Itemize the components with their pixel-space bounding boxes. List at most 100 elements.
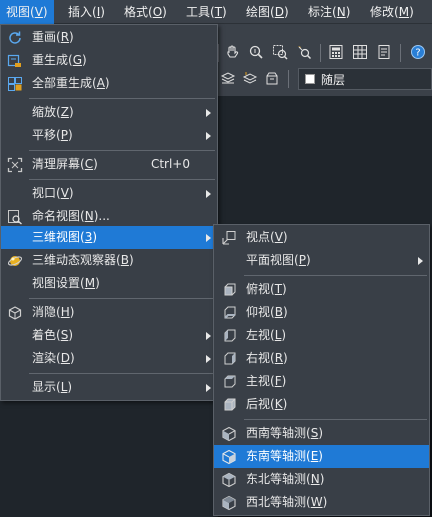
menu-separator — [29, 298, 215, 299]
submenu-item-front-view[interactable]: 主视(F) — [214, 370, 429, 393]
menu-insert[interactable]: 插入(I) — [62, 0, 111, 24]
submenu-item-plan-view[interactable]: 平面视图(P) — [214, 249, 429, 272]
regen-all-icon — [7, 76, 23, 92]
help-icon[interactable]: ? — [408, 42, 428, 62]
submenu-item-back-view[interactable]: 后视(K) — [214, 393, 429, 416]
submenu-item-key: W — [310, 495, 323, 509]
pan-hand-icon[interactable] — [222, 42, 242, 62]
toolbar-separator — [218, 44, 219, 62]
menu-item-viewport[interactable]: 视口(V) — [1, 182, 217, 205]
menu-item-regen[interactable]: 重生成(G) — [1, 49, 217, 72]
menu-dimension[interactable]: 标注(N) — [302, 0, 356, 24]
menu-draw[interactable]: 绘图(D) — [240, 0, 295, 24]
layer-state-icon[interactable] — [218, 68, 238, 88]
submenu-item-label: 平面视图 — [246, 253, 295, 267]
menu-item-key: N — [84, 209, 94, 223]
calculator-icon[interactable] — [326, 42, 346, 62]
layer-previous-icon[interactable] — [240, 68, 260, 88]
submenu-item-viewpoint[interactable]: 视点(V) — [214, 226, 429, 249]
menu-item-key: C — [84, 157, 94, 171]
menu-separator — [29, 373, 215, 374]
menu-item-pan[interactable]: 平移(P) — [1, 124, 217, 147]
submenu-item-key: B — [274, 305, 283, 319]
submenu-arrow-icon — [206, 332, 211, 340]
menu-item-label: 三维动态观察器 — [32, 253, 117, 267]
toolbar-separator — [320, 44, 321, 62]
menu-format[interactable]: 格式(O) — [118, 0, 173, 24]
menu-item-key: A — [96, 76, 105, 90]
menu-item-hide[interactable]: 消隐(H) — [1, 301, 217, 324]
top-view-icon — [221, 282, 237, 298]
layer-dropdown[interactable]: 随层 — [298, 68, 432, 90]
menu-bar: 视图(V) 插入(I) 格式(O) 工具(T) 绘图(D) 标注(N) 修改(M… — [0, 0, 432, 24]
submenu-item-label: 俯视 — [246, 282, 271, 296]
submenu-item-top-view[interactable]: 俯视(T) — [214, 278, 429, 301]
submenu-item-label: 西北等轴测 — [246, 495, 307, 509]
submenu-item-label: 后视 — [246, 397, 271, 411]
menu-item-3d-view[interactable]: 三维视图(3) — [1, 226, 217, 249]
submenu-arrow-icon — [206, 234, 211, 242]
submenu-item-label: 视点 — [246, 230, 271, 244]
menu-item-label: 消隐 — [32, 305, 57, 319]
menu-item-label: 视图设置 — [32, 276, 81, 290]
menu-item-label: 三维视图 — [32, 230, 81, 244]
submenu-item-nw-isometric[interactable]: 西北等轴测(W) — [214, 491, 429, 514]
menu-item-render[interactable]: 渲染(D) — [1, 347, 217, 370]
ne-iso-icon — [221, 472, 237, 488]
menu-item-clean-screen[interactable]: 清理屏幕(C) Ctrl+0 — [1, 153, 217, 176]
menu-item-3d-orbit[interactable]: 三维动态观察器(B) — [1, 249, 217, 272]
menu-item-label: 清理屏幕 — [32, 157, 81, 171]
nw-iso-icon — [221, 495, 237, 511]
menu-view[interactable]: 视图(V) — [0, 0, 54, 24]
menu-format-key: O — [152, 5, 163, 19]
submenu-item-se-isometric[interactable]: 东南等轴测(E) — [214, 445, 429, 468]
submenu-arrow-icon — [206, 384, 211, 392]
sw-iso-icon — [221, 426, 237, 442]
menu-draw-key: D — [274, 5, 284, 19]
document-icon[interactable] — [374, 42, 394, 62]
menu-item-redraw[interactable]: 重画(R) — [1, 26, 217, 49]
submenu-item-label: 东南等轴测 — [246, 449, 307, 463]
zoom-realtime-icon[interactable] — [246, 42, 266, 62]
submenu-item-label: 左视 — [246, 328, 271, 342]
menu-format-label: 格式 — [124, 5, 149, 19]
menu-item-label: 重生成 — [32, 53, 69, 67]
submenu-item-left-view[interactable]: 左视(L) — [214, 324, 429, 347]
svg-text:?: ? — [415, 48, 420, 59]
menu-tools[interactable]: 工具(T) — [180, 0, 233, 24]
menu-item-key: B — [120, 253, 129, 267]
front-view-icon — [221, 374, 237, 390]
menu-separator — [29, 150, 215, 151]
zoom-window-icon[interactable] — [270, 42, 290, 62]
zoom-previous-icon[interactable] — [294, 42, 314, 62]
menu-modify-key: M — [398, 5, 410, 19]
layer-match-icon[interactable] — [262, 68, 282, 88]
menu-item-label: 视口 — [32, 186, 57, 200]
submenu-item-ne-isometric[interactable]: 东北等轴测(N) — [214, 468, 429, 491]
submenu-item-sw-isometric[interactable]: 西南等轴测(S) — [214, 422, 429, 445]
submenu-item-key: N — [310, 472, 320, 486]
submenu-arrow-icon — [206, 132, 211, 140]
menu-item-label: 渲染 — [32, 351, 57, 365]
menu-item-named-view[interactable]: 命名视图(N)... — [1, 205, 217, 228]
properties-grid-icon[interactable] — [350, 42, 370, 62]
menu-dimension-label: 标注 — [308, 5, 333, 19]
submenu-item-bottom-view[interactable]: 仰视(B) — [214, 301, 429, 324]
submenu-item-label: 右视 — [246, 351, 271, 365]
menu-item-shade[interactable]: 着色(S) — [1, 324, 217, 347]
menu-insert-label: 插入 — [68, 5, 93, 19]
menu-item-view-settings[interactable]: 视图设置(M) — [1, 272, 217, 295]
menu-item-key: D — [60, 351, 70, 365]
menu-view-label: 视图 — [6, 5, 31, 19]
menu-separator — [29, 98, 215, 99]
toolbar-separator — [288, 70, 289, 88]
submenu-item-key: T — [274, 282, 283, 296]
menu-item-regen-all[interactable]: 全部重生成(A) — [1, 72, 217, 95]
menu-item-display[interactable]: 显示(L) — [1, 376, 217, 399]
menu-item-zoom[interactable]: 缩放(Z) — [1, 101, 217, 124]
submenu-arrow-icon — [206, 355, 211, 363]
menu-modify[interactable]: 修改(M) — [364, 0, 420, 24]
menu-view-key: V — [34, 5, 43, 19]
menu-item-key: P — [60, 128, 68, 142]
submenu-item-right-view[interactable]: 右视(R) — [214, 347, 429, 370]
